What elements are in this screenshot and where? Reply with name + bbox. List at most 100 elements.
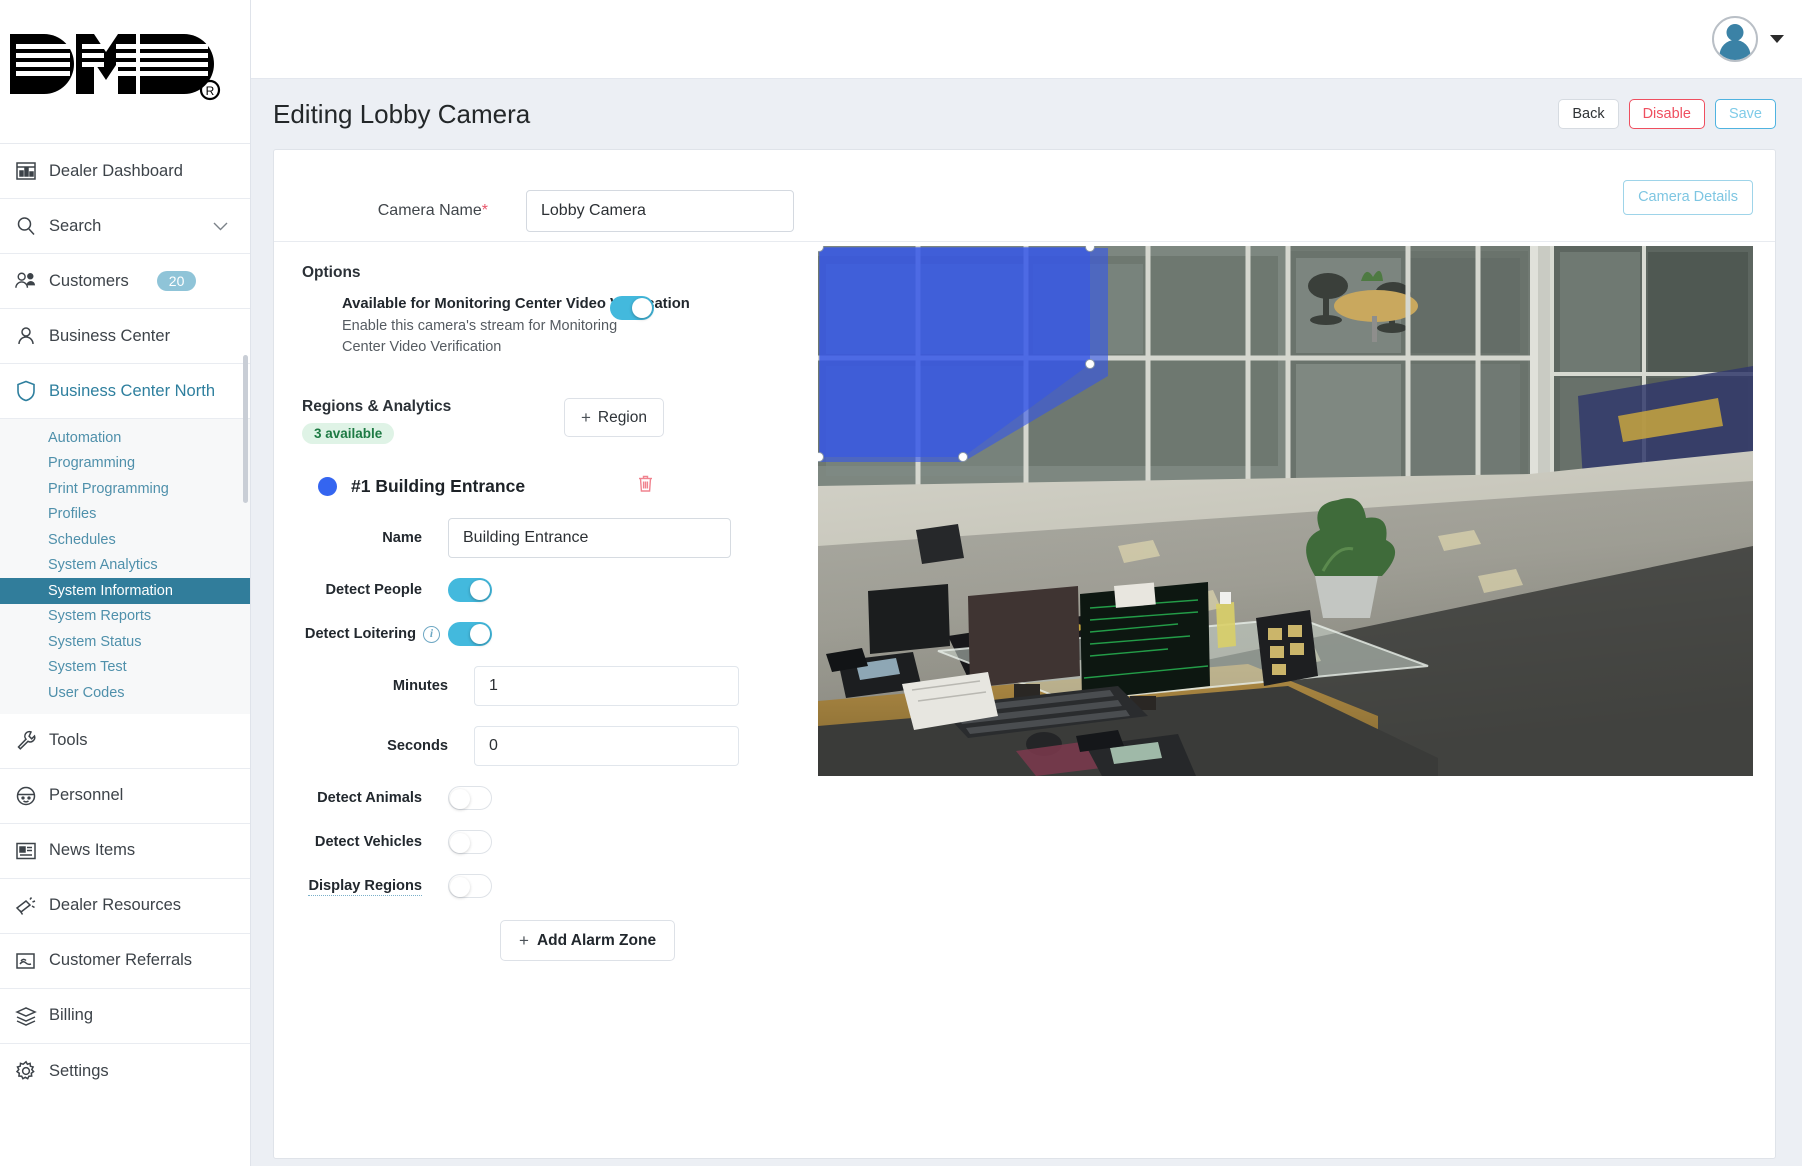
brand-logo[interactable]: R bbox=[0, 0, 250, 144]
sidebar-item-tools[interactable]: Tools bbox=[0, 714, 250, 769]
detect-people-label: Detect People bbox=[325, 582, 422, 599]
sidebar-item-business-center[interactable]: Business Center bbox=[0, 309, 250, 364]
sidebar-subitem-system-status[interactable]: System Status bbox=[0, 629, 250, 655]
detect-people-toggle[interactable] bbox=[448, 578, 492, 603]
region-polygon[interactable] bbox=[819, 247, 1090, 457]
main-content: Editing Lobby Camera Back Disable Save C… bbox=[251, 79, 1802, 1166]
display-regions-toggle[interactable] bbox=[448, 874, 492, 899]
sidebar-item-label: Settings bbox=[49, 1061, 109, 1080]
options-heading: Options bbox=[302, 264, 361, 281]
sidebar-item-billing[interactable]: Billing bbox=[0, 989, 250, 1044]
sidebar-item-label: Personnel bbox=[49, 786, 124, 804]
wrench-icon bbox=[14, 729, 37, 752]
sidebar-subitem-schedules[interactable]: Schedules bbox=[0, 527, 250, 553]
customers-count-badge: 20 bbox=[156, 271, 197, 291]
sidebar-item-label: Business Center North bbox=[49, 381, 215, 400]
sidebar-item-label: News Items bbox=[49, 841, 136, 859]
regions-heading: Regions & Analytics bbox=[302, 398, 452, 416]
info-icon[interactable]: i bbox=[423, 625, 440, 643]
shield-icon bbox=[14, 380, 37, 403]
sidebar-scrollbar-thumb[interactable] bbox=[243, 355, 248, 503]
save-button[interactable]: Save bbox=[1714, 98, 1776, 130]
region-name-input[interactable] bbox=[448, 518, 731, 559]
display-regions-row: Display Regions bbox=[302, 874, 806, 899]
detect-vehicles-row: Detect Vehicles bbox=[302, 830, 806, 855]
sidebar-subitem-label: Print Programming bbox=[48, 480, 169, 497]
regions-header: Regions & Analytics 3 available + Region bbox=[302, 398, 806, 445]
sidebar-subitem-system-reports[interactable]: System Reports bbox=[0, 604, 250, 630]
camera-details-button[interactable]: Camera Details bbox=[1623, 180, 1753, 215]
plus-icon: + bbox=[519, 931, 529, 951]
sidebar-subitem-print-programming[interactable]: Print Programming bbox=[0, 476, 250, 502]
detect-animals-toggle[interactable] bbox=[448, 786, 492, 811]
detect-vehicles-control bbox=[448, 830, 492, 855]
disable-button[interactable]: Disable bbox=[1628, 98, 1705, 130]
search-icon bbox=[14, 215, 37, 238]
sidebar-subitem-label: System Reports bbox=[48, 608, 152, 625]
detect-vehicles-toggle[interactable] bbox=[448, 830, 492, 855]
sidebar-subitem-system-information[interactable]: System Information bbox=[0, 578, 250, 604]
camera-name-label-text: Camera Name bbox=[377, 201, 482, 219]
camera-name-label: Camera Name* bbox=[328, 202, 488, 220]
user-menu[interactable] bbox=[1712, 16, 1784, 62]
sidebar-subitem-system-test[interactable]: System Test bbox=[0, 655, 250, 681]
sidebar-subitem-programming[interactable]: Programming bbox=[0, 451, 250, 477]
user-avatar-icon[interactable] bbox=[1712, 16, 1758, 62]
camera-name-input[interactable] bbox=[526, 189, 794, 232]
detect-loitering-toggle[interactable] bbox=[448, 622, 492, 647]
sidebar-item-label: Business Center bbox=[49, 326, 171, 345]
region-handle-2[interactable] bbox=[1085, 359, 1095, 369]
avatar-head bbox=[1726, 24, 1744, 41]
sidebar-item-dealer-resources[interactable]: Dealer Resources bbox=[0, 879, 250, 934]
lobby-camera-preview[interactable] bbox=[818, 246, 1753, 776]
sidebar-subitem-label: User Codes bbox=[48, 684, 125, 701]
display-regions-label[interactable]: Display Regions bbox=[308, 878, 422, 897]
chevron-down-icon[interactable] bbox=[1770, 35, 1784, 43]
display-regions-label-wrap: Display Regions bbox=[302, 878, 422, 897]
monitoring-toggle[interactable] bbox=[610, 296, 654, 320]
seconds-input[interactable] bbox=[474, 726, 739, 767]
region-color-dot[interactable] bbox=[318, 476, 337, 496]
sidebar-item-business-center-north[interactable]: Business Center North bbox=[0, 364, 250, 419]
editor-card: Camera Name* Camera Details Options Avai… bbox=[273, 149, 1776, 1159]
region-title: #1 Building Entrance bbox=[351, 475, 526, 496]
toggle-knob bbox=[632, 298, 652, 318]
megaphone-icon bbox=[14, 894, 37, 917]
sidebar-item-settings[interactable]: Settings bbox=[0, 1044, 250, 1099]
monitoring-toggle-wrap bbox=[610, 296, 654, 320]
trash-icon[interactable] bbox=[637, 474, 654, 498]
sidebar-item-customers[interactable]: Customers 20 bbox=[0, 254, 250, 309]
sidebar-item-label: Customer Referrals bbox=[49, 951, 193, 969]
sidebar-item-search[interactable]: Search bbox=[0, 199, 250, 254]
chevron-down-icon[interactable] bbox=[213, 219, 228, 234]
add-alarm-zone-label: Add Alarm Zone bbox=[536, 931, 657, 949]
dmp-logo-icon: R bbox=[10, 33, 221, 100]
handshake-icon bbox=[14, 949, 37, 972]
back-button[interactable]: Back bbox=[1558, 98, 1619, 130]
region-handle-3[interactable] bbox=[958, 452, 968, 462]
sidebar-item-dealer-dashboard[interactable]: Dealer Dashboard bbox=[0, 144, 250, 199]
sidebar-subitem-user-codes[interactable]: User Codes bbox=[0, 680, 250, 706]
seconds-control bbox=[474, 726, 739, 767]
sidebar-item-label: Tools bbox=[49, 731, 88, 749]
display-regions-control bbox=[448, 874, 492, 899]
minutes-input[interactable] bbox=[474, 666, 739, 707]
add-alarm-zone-button[interactable]: + Add Alarm Zone bbox=[500, 920, 676, 962]
detect-loitering-row: Detect Loitering i bbox=[302, 622, 806, 647]
sidebar-subitem-automation[interactable]: Automation bbox=[0, 425, 250, 451]
sidebar-subitem-system-analytics[interactable]: System Analytics bbox=[0, 553, 250, 579]
sidebar-item-label: Customers bbox=[49, 271, 129, 290]
sidebar-subitem-profiles[interactable]: Profiles bbox=[0, 502, 250, 528]
detect-animals-label: Detect Animals bbox=[317, 790, 422, 807]
sidebar-item-news-items[interactable]: News Items bbox=[0, 824, 250, 879]
sidebar-item-personnel[interactable]: Personnel bbox=[0, 769, 250, 824]
minutes-control bbox=[474, 666, 739, 707]
add-region-button[interactable]: + Region bbox=[563, 398, 664, 438]
dashboard-icon bbox=[14, 160, 37, 183]
sidebar-item-customer-referrals[interactable]: Customer Referrals bbox=[0, 934, 250, 989]
app-root: R Dealer Dashboard Search Customers 20 B… bbox=[0, 0, 1802, 1166]
sidebar-subitem-label: Automation bbox=[48, 429, 122, 446]
svg-text:R: R bbox=[206, 84, 215, 98]
detect-people-control bbox=[448, 578, 492, 603]
region-name-control bbox=[448, 518, 731, 559]
